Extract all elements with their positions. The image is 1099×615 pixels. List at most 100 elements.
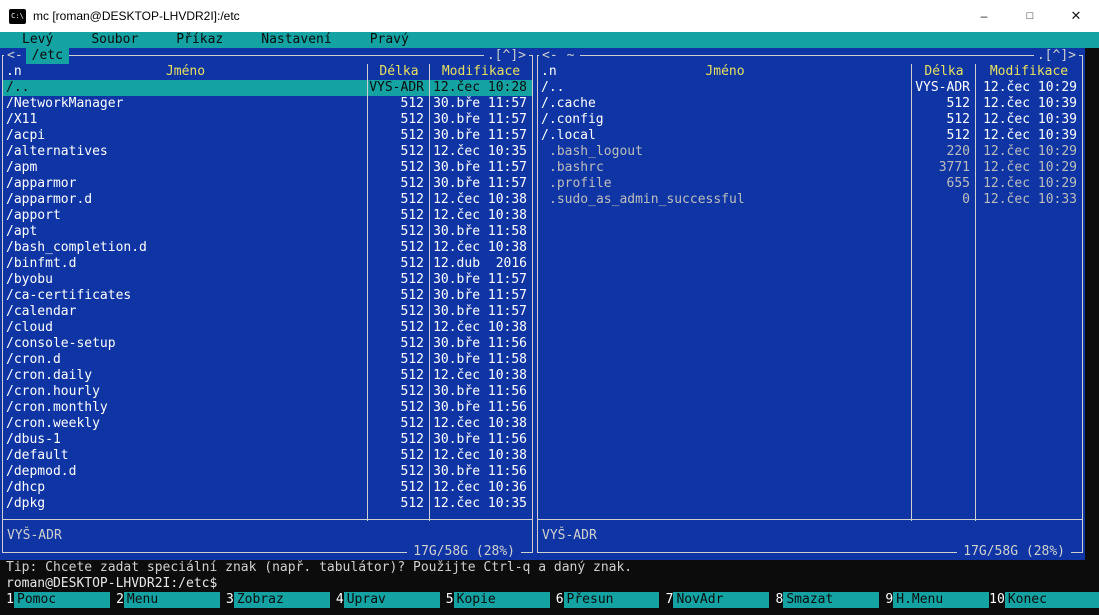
file-row[interactable]: .sudo_as_admin_successful 0 12.čec 10:33 <box>538 192 1082 208</box>
fkey-number: 1 <box>6 592 14 607</box>
command-line[interactable]: roman@DESKTOP-LHVDR2I:/etc$ <box>0 576 1099 592</box>
menu-item-5[interactable]: Pravý <box>370 32 409 48</box>
file-row[interactable]: /binfmt.d 512 12.dub 2016 <box>3 256 532 272</box>
left-dir-up-icon[interactable]: .[^]> <box>483 48 529 64</box>
file-row[interactable]: .bash_logout 220 12.čec 10:29 <box>538 144 1082 160</box>
left-file-list: /.. VYŠ-ADR 12.čec 10:28/NetworkManager 512… <box>3 80 532 512</box>
file-name: /cron.daily <box>6 368 93 383</box>
file-row[interactable]: /.config 512 12.čec 10:39 <box>538 112 1082 128</box>
file-row[interactable]: /.local 512 12.čec 10:39 <box>538 128 1082 144</box>
fkey-4[interactable]: 4 Uprav <box>330 592 440 608</box>
right-free-space: 17G/58G (28%) <box>957 544 1071 560</box>
menu-item-1[interactable]: Levý <box>22 32 53 48</box>
file-row[interactable]: /cloud 512 12.čec 10:38 <box>3 320 532 336</box>
file-row[interactable]: /dhcp 512 12.čec 10:36 <box>3 480 532 496</box>
file-size: 512 <box>946 128 970 143</box>
file-row[interactable]: /dbus-1 512 30.bře 11:56 <box>3 432 532 448</box>
file-row[interactable]: /cron.monthly 512 30.bře 11:56 <box>3 400 532 416</box>
left-panel-path[interactable]: /etc <box>25 48 69 64</box>
file-row[interactable]: /depmod.d 512 30.bře 11:56 <box>3 464 532 480</box>
file-row[interactable]: .profile 655 12.čec 10:29 <box>538 176 1082 192</box>
left-free-space: 17G/58G (28%) <box>407 544 521 560</box>
file-row[interactable]: /calendar 512 30.bře 11:57 <box>3 304 532 320</box>
menu-item-4[interactable]: Nastavení <box>261 32 331 48</box>
left-history-back-icon[interactable]: <- <box>4 48 26 64</box>
file-row[interactable]: /cron.hourly 512 30.bře 11:56 <box>3 384 532 400</box>
file-row[interactable]: /alternatives 512 12.čec 10:35 <box>3 144 532 160</box>
maximize-button[interactable]: □ <box>1007 0 1053 32</box>
fkey-8[interactable]: 8 Smazat <box>769 592 880 608</box>
file-row[interactable]: .bashrc 3771 12.čec 10:29 <box>538 160 1082 176</box>
left-column-headers: .n Jméno Délka Modifikace <box>3 64 532 80</box>
file-row[interactable]: /cron.d 512 30.bře 11:58 <box>3 352 532 368</box>
right-panel-frame-top: <- ~ .[^]> <box>535 48 1085 64</box>
file-row[interactable]: /.. VYŠ-ADR 12.čec 10:28 <box>3 80 532 96</box>
fkey-6[interactable]: 6 Přesun <box>550 592 660 608</box>
file-row[interactable]: /.. VYŠ-ADR 12.čec 10:29 <box>538 80 1082 96</box>
sort-indicator: .n <box>6 64 22 79</box>
file-row[interactable]: /apt 512 30.bře 11:58 <box>3 224 532 240</box>
file-size: 512 <box>400 288 424 303</box>
file-size: 512 <box>400 304 424 319</box>
right-history-back-icon[interactable]: <- <box>539 48 561 64</box>
file-name: /apparmor <box>6 176 77 191</box>
fkey-5[interactable]: 5 Kopie <box>440 592 550 608</box>
right-dir-up-icon[interactable]: .[^]> <box>1033 48 1079 64</box>
file-mtime: 12.čec 10:38 <box>433 416 527 431</box>
file-row[interactable]: /console-setup 512 30.bře 11:56 <box>3 336 532 352</box>
file-row[interactable]: /apparmor 512 30.bře 11:57 <box>3 176 532 192</box>
minimize-button[interactable]: – <box>961 0 1007 32</box>
file-mtime: 12.dub 2016 <box>433 256 527 271</box>
column-header-mtime[interactable]: Modifikace <box>430 64 532 80</box>
file-row[interactable]: /apport 512 12.čec 10:38 <box>3 208 532 224</box>
file-row[interactable]: /.cache 512 12.čec 10:39 <box>538 96 1082 112</box>
file-size: 512 <box>400 448 424 463</box>
file-row[interactable]: /byobu 512 30.bře 11:57 <box>3 272 532 288</box>
column-header-name[interactable]: .n Jméno <box>3 64 368 80</box>
column-header-mtime[interactable]: Modifikace <box>976 64 1082 80</box>
fkey-3[interactable]: 3 Zobraz <box>220 592 330 608</box>
column-header-size[interactable]: Délka <box>912 64 976 80</box>
column-header-name[interactable]: .n Jméno <box>538 64 912 80</box>
close-button[interactable]: ✕ <box>1053 0 1099 32</box>
file-row[interactable]: /ca-certificates 512 30.bře 11:57 <box>3 288 532 304</box>
file-row[interactable]: /apparmor.d 512 12.čec 10:38 <box>3 192 532 208</box>
menu-item-2[interactable]: Soubor <box>91 32 138 48</box>
file-mtime: 12.čec 10:39 <box>983 112 1077 127</box>
fkey-number: 7 <box>665 592 674 607</box>
fkey-1[interactable]: 1 Pomoc <box>0 592 110 608</box>
file-name: .bashrc <box>549 160 604 175</box>
file-row[interactable]: /acpi 512 30.bře 11:57 <box>3 128 532 144</box>
file-size: 220 <box>946 144 970 159</box>
right-panel-body: .n Jméno Délka Modifikace /.. VYŠ-ADR 12.če… <box>535 64 1085 521</box>
file-size: 512 <box>400 352 424 367</box>
fkey-9[interactable]: 9 H.Menu <box>879 592 990 608</box>
file-size: 512 <box>400 160 424 175</box>
file-row[interactable]: /X11 512 30.bře 11:57 <box>3 112 532 128</box>
file-name: /apm <box>6 160 38 175</box>
window-title: mc [roman@DESKTOP-LHVDR2I]:/etc <box>33 9 240 23</box>
file-name: /NetworkManager <box>6 96 124 111</box>
right-panel-path[interactable]: ~ <box>560 48 581 64</box>
fkey-2[interactable]: 2 Menu <box>110 592 220 608</box>
column-header-size[interactable]: Délka <box>368 64 430 80</box>
fkey-10[interactable]: 10 Konec <box>989 592 1099 608</box>
fkey-label: Pomoc <box>14 592 110 608</box>
file-row[interactable]: /default 512 12.čec 10:38 <box>3 448 532 464</box>
fkey-label: Zobraz <box>233 592 330 608</box>
file-name: /apt <box>6 224 38 239</box>
fkey-7[interactable]: 7 NovAdr <box>659 592 770 608</box>
file-mtime: 12.čec 10:29 <box>983 144 1077 159</box>
menu-item-3[interactable]: Příkaz <box>176 32 223 48</box>
file-row[interactable]: /apm 512 30.bře 11:57 <box>3 160 532 176</box>
file-row[interactable]: /cron.weekly 512 12.čec 10:38 <box>3 416 532 432</box>
file-name: /ca-certificates <box>6 288 132 303</box>
file-row[interactable]: /NetworkManager 512 30.bře 11:57 <box>3 96 532 112</box>
file-row[interactable]: /cron.daily 512 12.čec 10:38 <box>3 368 532 384</box>
file-size: 512 <box>400 272 424 287</box>
function-keybar: 1 Pomoc 2 Menu 3 Zobraz 4 Uprav 5 Kopie 6 Přesun 7 No… <box>0 592 1099 608</box>
file-row[interactable]: /dpkg 512 12.čec 10:35 <box>3 496 532 512</box>
file-row[interactable]: /bash_completion.d 512 12.čec 10:38 <box>3 240 532 256</box>
file-size: 512 <box>400 480 424 495</box>
left-panel-frame-top: <- /etc .[^]> <box>0 48 535 64</box>
